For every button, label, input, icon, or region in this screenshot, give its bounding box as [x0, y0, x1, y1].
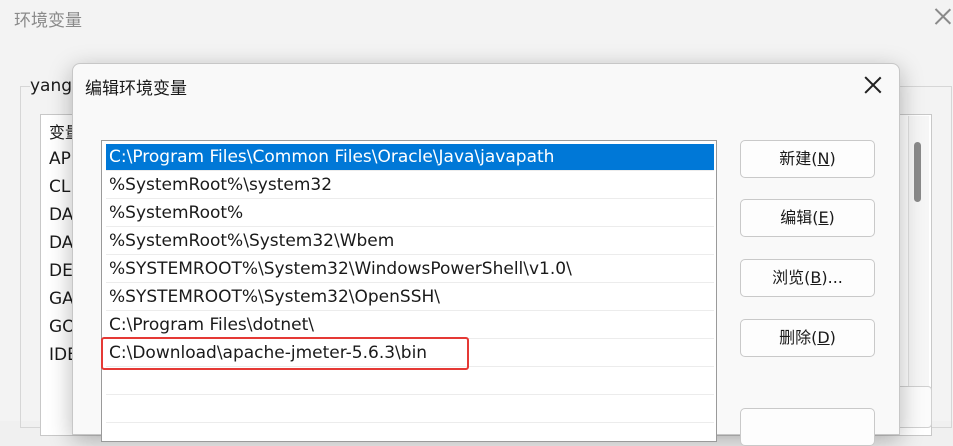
list-scrollbar[interactable] [908, 116, 929, 421]
path-list-item[interactable]: %SYSTEMROOT%\System32\WindowsPowerShell\… [106, 256, 714, 283]
path-list-item[interactable]: %SYSTEMROOT%\System32\OpenSSH\ [106, 284, 714, 311]
delete-button-accesskey: D [817, 328, 830, 347]
list-item[interactable]: DA [49, 233, 73, 253]
edit-environment-variable-dialog: 编辑环境变量 C:\Program Files\Common Files\Ora… [72, 63, 900, 446]
path-list-item[interactable]: C:\Program Files\Common Files\Oracle\Jav… [106, 144, 714, 171]
delete-button-label-end: ) [829, 328, 836, 347]
window-title: 环境变量 [14, 11, 82, 31]
path-list-item[interactable] [106, 368, 714, 395]
edit-button-accesskey: E [818, 208, 829, 227]
new-button-accesskey: N [817, 149, 830, 168]
move-up-button[interactable] [740, 408, 875, 446]
close-icon[interactable] [933, 6, 953, 26]
delete-button-label: 删除( [779, 328, 818, 347]
annotation-highlight-box [101, 337, 469, 370]
edit-button[interactable]: 编辑(E) [740, 199, 875, 237]
new-button-label: 新建( [779, 149, 818, 168]
path-list-item[interactable]: %SystemRoot%\System32\Wbem [106, 228, 714, 255]
list-item[interactable]: DE [49, 261, 73, 281]
list-item[interactable]: AP [49, 149, 71, 169]
new-button[interactable]: 新建(N) [740, 140, 875, 178]
path-list-item[interactable]: C:\Program Files\dotnet\ [106, 312, 714, 339]
new-button-label-end: ) [829, 149, 836, 168]
path-list-item[interactable] [106, 396, 714, 423]
path-list-item[interactable]: %SystemRoot% [106, 200, 714, 227]
edit-button-label: 编辑( [780, 208, 819, 227]
list-item[interactable]: DA [49, 205, 73, 225]
user-variables-label: yang [30, 76, 75, 96]
dialog-title: 编辑环境变量 [85, 79, 187, 99]
path-list-item[interactable]: %SystemRoot%\system32 [106, 172, 714, 199]
edit-button-label-end: ) [828, 208, 835, 227]
list-item[interactable]: GA [49, 289, 74, 309]
browse-button-label-end: )... [821, 268, 843, 287]
delete-button[interactable]: 删除(D) [740, 319, 875, 357]
path-list[interactable]: C:\Program Files\Common Files\Oracle\Jav… [101, 140, 717, 442]
close-icon[interactable] [863, 75, 883, 95]
browse-button-label: 浏览( [772, 268, 811, 287]
browse-button[interactable]: 浏览(B)... [740, 259, 875, 297]
scrollbar-thumb[interactable] [914, 142, 921, 202]
browse-button-accesskey: B [810, 268, 822, 287]
